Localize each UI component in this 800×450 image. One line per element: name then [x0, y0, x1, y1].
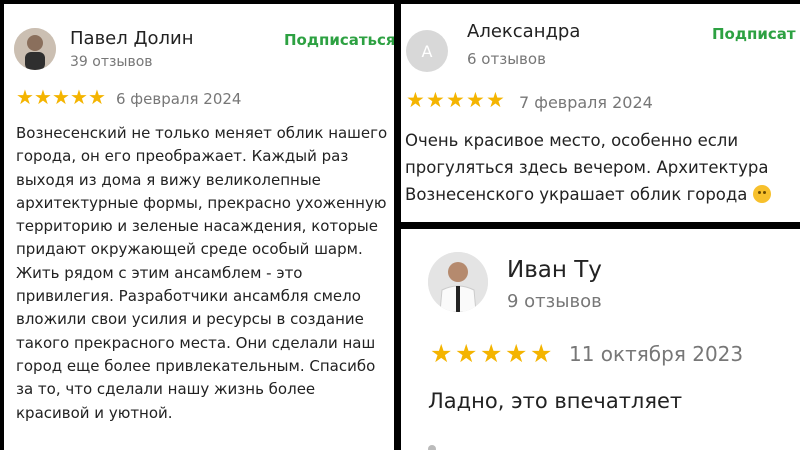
review-card-pavel: Павел Долин 39 отзывов Подписаться ★ ★ ★…: [4, 4, 394, 450]
smiling-face-emoji-icon: [752, 185, 771, 203]
star-icon: ★: [446, 88, 465, 112]
review-text: Очень красивое место, особенно если прог…: [405, 127, 800, 208]
star-icon: ★: [486, 88, 505, 112]
avatar[interactable]: [428, 252, 488, 312]
star-icon: ★: [530, 339, 553, 368]
reviews-count: 39 отзывов: [70, 54, 153, 70]
review-date: 7 февраля 2024: [519, 93, 653, 112]
star-icon: ★: [406, 88, 425, 112]
star-icon: ★: [70, 85, 88, 109]
review-text-line: Вознесенского украшает облик города: [405, 185, 748, 204]
person-photo-icon: [428, 252, 488, 312]
review-date: 11 октября 2023: [569, 342, 744, 366]
rating-stars: ★ ★ ★ ★ ★: [406, 90, 506, 111]
star-icon: ★: [16, 85, 34, 109]
rating-stars: ★ ★ ★ ★ ★: [16, 87, 106, 107]
review-text-line: прогуляться здесь вечером. Архитектура: [405, 158, 769, 177]
star-icon: ★: [88, 85, 106, 109]
avatar[interactable]: [14, 28, 56, 70]
author-name[interactable]: Иван Ту: [507, 257, 602, 283]
subscribe-button[interactable]: Подписат: [712, 25, 796, 43]
review-text: Ладно, это впечатляет: [428, 389, 683, 413]
star-icon: ★: [466, 88, 485, 112]
star-icon: ★: [480, 339, 503, 368]
review-text-line-last: Вознесенского украшает облик города: [405, 181, 800, 208]
person-photo-icon: [14, 28, 56, 70]
review-date: 6 февраля 2024: [116, 90, 242, 108]
avatar[interactable]: А: [406, 30, 448, 72]
rating-stars: ★ ★ ★ ★ ★: [430, 341, 555, 366]
reviews-count: 6 отзывов: [467, 50, 546, 68]
next-review-avatar-partial: [428, 445, 436, 450]
subscribe-button[interactable]: Подписаться: [284, 31, 394, 49]
review-text: Вознесенский не только меняет облик наше…: [16, 124, 388, 422]
star-icon: ★: [455, 339, 478, 368]
review-text-line: Очень красивое место, особенно если: [405, 131, 739, 150]
reviews-count: 9 отзывов: [507, 291, 602, 312]
star-icon: ★: [430, 339, 453, 368]
review-card-ivan: Иван Ту 9 отзывов ★ ★ ★ ★ ★ 11 октября 2…: [401, 229, 800, 450]
star-icon: ★: [505, 339, 528, 368]
author-name[interactable]: Павел Долин: [70, 28, 194, 49]
avatar-letter: А: [421, 41, 433, 61]
author-name[interactable]: Александра: [467, 21, 580, 42]
star-icon: ★: [34, 85, 52, 109]
star-icon: ★: [426, 88, 445, 112]
review-card-aleksandra: А Александра 6 отзывов Подписат ★ ★ ★ ★ …: [401, 4, 800, 222]
star-icon: ★: [52, 85, 70, 109]
